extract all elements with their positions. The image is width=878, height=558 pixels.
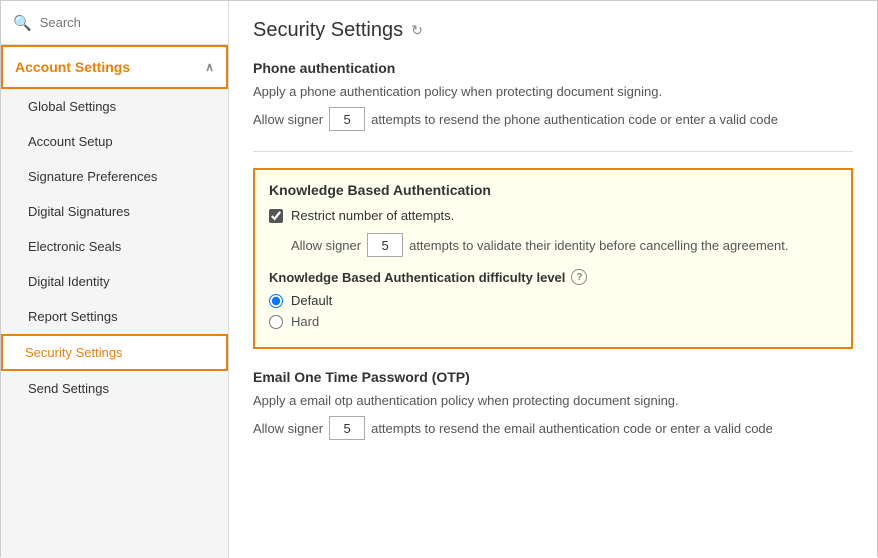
kba-help-icon[interactable]: ? <box>571 269 587 285</box>
sidebar: 🔍 Account Settings ∧ Global Settings Acc… <box>1 1 229 558</box>
search-input[interactable] <box>40 15 216 30</box>
email-otp-attempts-input[interactable] <box>329 416 365 440</box>
kba-attempts-row: Allow signer attempts to validate their … <box>269 233 837 257</box>
search-bar: 🔍 <box>1 1 228 45</box>
phone-auth-description: Apply a phone authentication policy when… <box>253 84 853 99</box>
page-title: Security Settings <box>253 19 403 42</box>
page-title-row: Security Settings ↻ <box>253 19 853 42</box>
email-otp-attempts-row: Allow signer attempts to resend the emai… <box>253 416 853 440</box>
phone-auth-section: Phone authentication Apply a phone authe… <box>253 60 853 131</box>
refresh-icon[interactable]: ↻ <box>411 22 423 39</box>
phone-auth-attempts-suffix: attempts to resend the phone authenticat… <box>371 112 778 127</box>
sidebar-item-signature-preferences[interactable]: Signature Preferences <box>1 159 228 194</box>
search-icon: 🔍 <box>13 14 32 32</box>
phone-auth-attempts-input[interactable] <box>329 107 365 131</box>
email-otp-allow-signer-label: Allow signer <box>253 421 323 436</box>
kba-radio-hard[interactable] <box>269 315 283 329</box>
phone-auth-attempts-row: Allow signer attempts to resend the phon… <box>253 107 853 131</box>
kba-restrict-checkbox[interactable] <box>269 209 283 223</box>
sidebar-item-digital-identity[interactable]: Digital Identity <box>1 264 228 299</box>
kba-option-hard-label: Hard <box>291 314 319 329</box>
email-otp-description: Apply a email otp authentication policy … <box>253 393 853 408</box>
kba-restrict-row: Restrict number of attempts. <box>269 208 837 223</box>
account-settings-label: Account Settings <box>15 59 130 75</box>
kba-restrict-label: Restrict number of attempts. <box>291 208 454 223</box>
kba-option-hard[interactable]: Hard <box>269 314 837 329</box>
kba-section: Knowledge Based Authentication Restrict … <box>253 168 853 349</box>
email-otp-title: Email One Time Password (OTP) <box>253 369 853 385</box>
kba-allow-signer-label: Allow signer <box>291 238 361 253</box>
kba-option-default[interactable]: Default <box>269 293 837 308</box>
kba-difficulty-title-row: Knowledge Based Authentication difficult… <box>269 269 837 285</box>
sidebar-item-report-settings[interactable]: Report Settings <box>1 299 228 334</box>
kba-difficulty-label: Knowledge Based Authentication difficult… <box>269 270 565 285</box>
sidebar-item-account-setup[interactable]: Account Setup <box>1 124 228 159</box>
phone-auth-title: Phone authentication <box>253 60 853 76</box>
kba-radio-default[interactable] <box>269 294 283 308</box>
kba-attempts-input[interactable] <box>367 233 403 257</box>
sidebar-item-global-settings[interactable]: Global Settings <box>1 89 228 124</box>
email-otp-section: Email One Time Password (OTP) Apply a em… <box>253 369 853 440</box>
divider-1 <box>253 151 853 152</box>
sidebar-item-electronic-seals[interactable]: Electronic Seals <box>1 229 228 264</box>
main-content: Security Settings ↻ Phone authentication… <box>229 1 877 558</box>
sidebar-item-send-settings[interactable]: Send Settings <box>1 371 228 406</box>
sidebar-nav: Global Settings Account Setup Signature … <box>1 89 228 558</box>
email-otp-attempts-suffix: attempts to resend the email authenticat… <box>371 421 773 436</box>
account-settings-header[interactable]: Account Settings ∧ <box>1 45 228 89</box>
chevron-up-icon: ∧ <box>205 60 214 74</box>
phone-auth-allow-signer-label: Allow signer <box>253 112 323 127</box>
kba-difficulty-section: Knowledge Based Authentication difficult… <box>269 269 837 329</box>
kba-attempts-suffix: attempts to validate their identity befo… <box>409 238 788 253</box>
kba-option-default-label: Default <box>291 293 332 308</box>
sidebar-item-security-settings[interactable]: Security Settings <box>1 334 228 371</box>
sidebar-item-digital-signatures[interactable]: Digital Signatures <box>1 194 228 229</box>
kba-title: Knowledge Based Authentication <box>269 182 837 198</box>
